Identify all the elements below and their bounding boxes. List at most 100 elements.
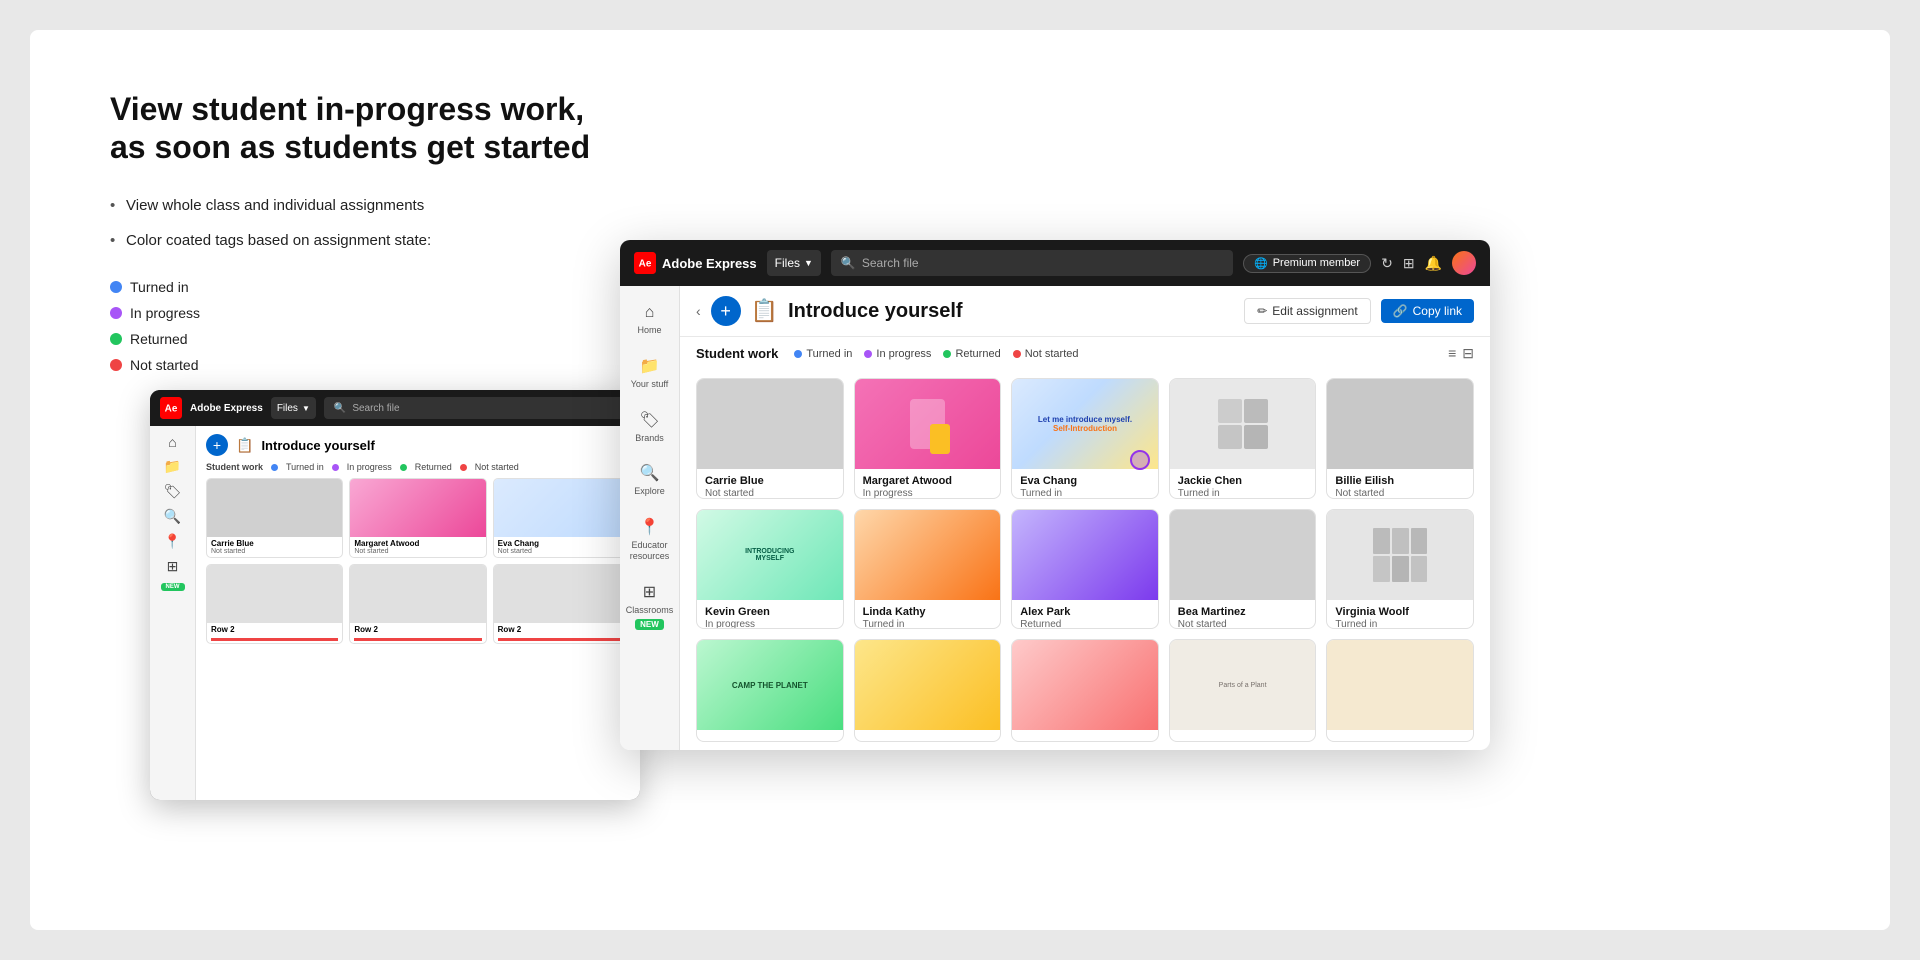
student-card-row3-5[interactable]: [1326, 639, 1474, 742]
ae-bg-sidebar-classrooms-icon[interactable]: ⊞: [167, 558, 179, 575]
student-card-jackie-chen[interactable]: Jackie Chen Turned in: [1169, 378, 1317, 499]
student-info-row3-5: [1327, 730, 1473, 740]
sidebar-item-home[interactable]: ⌂ Home: [624, 296, 676, 344]
ae-bg-sidebar-explore-icon[interactable]: 🔍: [164, 508, 181, 525]
ae-bg-sw-label: Student work: [206, 462, 263, 472]
student-info-row3-3: [1012, 730, 1158, 740]
ae-bg-plus-btn[interactable]: +: [206, 434, 228, 456]
label-not-started: Not started: [130, 357, 198, 373]
ae-bg-status-turnedin: Turned in: [286, 462, 324, 472]
ae-bg-bar-4: [354, 638, 481, 641]
ae-fg-grid-icon[interactable]: ⊞: [1403, 255, 1415, 272]
ae-fg-premium-label: Premium member: [1273, 257, 1360, 269]
ae-sort-grid-icon[interactable]: ⊟: [1462, 345, 1474, 362]
student-card-row3-4[interactable]: Parts of a Plant: [1169, 639, 1317, 742]
svg-text:Ae: Ae: [165, 404, 178, 415]
ae-bg-student-grid-2: Row 2 Row 2 Row 2: [206, 564, 630, 644]
ae-sw-title: Student work: [696, 346, 778, 361]
ae-fg-header-right: 🌐 Premium member ↻ ⊞ 🔔: [1243, 251, 1476, 275]
ae-status-in-progress: In progress: [864, 348, 931, 360]
ae-bg-search[interactable]: 🔍 Search file: [324, 397, 630, 419]
classrooms-icon: ⊞: [643, 582, 656, 602]
student-card-alex-park[interactable]: Alex Park Returned: [1011, 509, 1159, 630]
ae-fg-files-dropdown[interactable]: Files ▼: [767, 250, 821, 276]
student-info-eva-chang: Eva Chang Turned in: [1012, 469, 1158, 499]
student-thumb-row3-5: [1327, 640, 1473, 730]
svg-text:Ae: Ae: [639, 259, 652, 270]
ae-copy-link-button[interactable]: 🔗 Copy link: [1381, 299, 1474, 323]
ae-bg-sidebar-educator-icon[interactable]: 📍: [164, 533, 181, 550]
ae-back-button[interactable]: ‹: [696, 303, 701, 319]
student-info-carrie-blue: Carrie Blue Not started: [697, 469, 843, 499]
ae-label-returned: Returned: [955, 348, 1000, 360]
ae-fg-logo-text: Adobe Express: [662, 256, 757, 271]
student-info-kevin-green: Kevin Green In progress: [697, 600, 843, 630]
ae-bg-bar-3: [211, 638, 338, 641]
student-card-row3-1[interactable]: CAMP THE PLANET: [696, 639, 844, 742]
status-turned-in: Turned in: [110, 279, 630, 295]
student-name-bea-martinez: Bea Martinez: [1178, 606, 1308, 618]
ae-bg-sidebar-home-icon[interactable]: ⌂: [168, 434, 176, 450]
student-status-kevin-green: In progress: [705, 619, 835, 630]
student-info-virginia-woolf: Virginia Woolf Turned in: [1327, 600, 1473, 630]
student-card-virginia-woolf[interactable]: Virginia Woolf Turned in: [1326, 509, 1474, 630]
student-name-carrie-blue: Carrie Blue: [705, 475, 835, 487]
ae-dot-turned-in: [794, 350, 802, 358]
student-card-bea-martinez[interactable]: Bea Martinez Not started: [1169, 509, 1317, 630]
student-name-kevin-green: Kevin Green: [705, 606, 835, 618]
ae-dot-in-progress: [864, 350, 872, 358]
ae-bg-sidebar-brands-icon[interactable]: 🏷: [164, 483, 182, 500]
ae-plus-button[interactable]: +: [711, 296, 741, 326]
color-tags: Turned in In progress Returned Not start…: [110, 279, 630, 373]
student-card-eva-chang[interactable]: Let me introduce myself.Self-Introductio…: [1011, 378, 1159, 499]
ae-student-grid: Carrie Blue Not started Margaret At: [680, 370, 1490, 750]
student-thumb-billie-eilish: [1327, 379, 1473, 469]
sidebar-item-educator[interactable]: 📍 Educator resources: [624, 509, 676, 570]
ae-bg-card-2[interactable]: Eva Chang Not started: [493, 478, 630, 558]
student-card-billie-eilish[interactable]: Billie Eilish Not started: [1326, 378, 1474, 499]
student-name-linda-kathy: Linda Kathy: [863, 606, 993, 618]
sidebar-educator-label: Educator resources: [628, 540, 672, 562]
student-info-billie-eilish: Billie Eilish Not started: [1327, 469, 1473, 499]
ae-edit-assignment-button[interactable]: ✏ Edit assignment: [1244, 298, 1370, 324]
sidebar-item-explore[interactable]: 🔍 Explore: [624, 455, 676, 505]
student-name-margaret-atwood: Margaret Atwood: [863, 475, 993, 487]
ae-bg-dropdown[interactable]: Files ▼: [271, 397, 316, 419]
student-card-margaret-atwood[interactable]: Margaret Atwood In progress: [854, 378, 1002, 499]
ae-bg-card-3[interactable]: Row 2: [206, 564, 343, 644]
ae-bg-dot-turned-in: [271, 464, 278, 471]
sidebar-explore-label: Explore: [634, 486, 665, 497]
ae-bg-name-1: Margaret Atwood: [354, 539, 481, 548]
student-thumb-virginia-woolf: [1327, 510, 1473, 600]
student-card-row3-3[interactable]: [1011, 639, 1159, 742]
status-not-started: Not started: [110, 357, 630, 373]
ae-dot-returned: [943, 350, 951, 358]
ae-sort-list-icon[interactable]: ≡: [1448, 345, 1456, 362]
student-card-carrie-blue[interactable]: Carrie Blue Not started: [696, 378, 844, 499]
ae-fg-search[interactable]: 🔍 Search file: [831, 250, 1233, 276]
ae-copy-link-label: Copy link: [1413, 304, 1462, 318]
ae-bg-card-4[interactable]: Row 2: [349, 564, 486, 644]
student-info-bea-martinez: Bea Martinez Not started: [1170, 600, 1316, 630]
ae-fg-refresh-icon[interactable]: ↻: [1381, 255, 1393, 272]
ae-label-not-started: Not started: [1025, 348, 1079, 360]
ae-bg-status-notstarted: Not started: [475, 462, 519, 472]
student-thumb-row3-3: [1012, 640, 1158, 730]
ae-bg-card-0[interactable]: Carrie Blue Not started: [206, 478, 343, 558]
sidebar-item-yourstuff[interactable]: 📁 Your stuff: [624, 348, 676, 398]
student-card-row3-2[interactable]: [854, 639, 1002, 742]
bullet-1: View whole class and individual assignme…: [110, 195, 630, 216]
student-info-row3-1: [697, 730, 843, 741]
ae-bg-card-1[interactable]: Margaret Atwood Not started: [349, 478, 486, 558]
student-card-kevin-green[interactable]: INTRODUCINGMYSELF Kevin Green In progres…: [696, 509, 844, 630]
ae-fg-avatar[interactable]: [1452, 251, 1476, 275]
student-card-linda-kathy[interactable]: Linda Kathy Turned in: [854, 509, 1002, 630]
sidebar-item-classrooms[interactable]: ⊞ Classrooms NEW: [624, 574, 676, 638]
sidebar-brands-label: Brands: [635, 433, 664, 444]
ae-fg-bell-icon[interactable]: 🔔: [1425, 255, 1442, 272]
ae-bg-sidebar-stuff-icon[interactable]: 📁: [164, 458, 181, 475]
ae-bg-card-5[interactable]: Row 2: [493, 564, 630, 644]
sidebar-item-brands[interactable]: 🏷 Brands: [624, 402, 676, 452]
ae-status-turned-in: Turned in: [794, 348, 852, 360]
cursor-indicator: [1130, 450, 1150, 470]
